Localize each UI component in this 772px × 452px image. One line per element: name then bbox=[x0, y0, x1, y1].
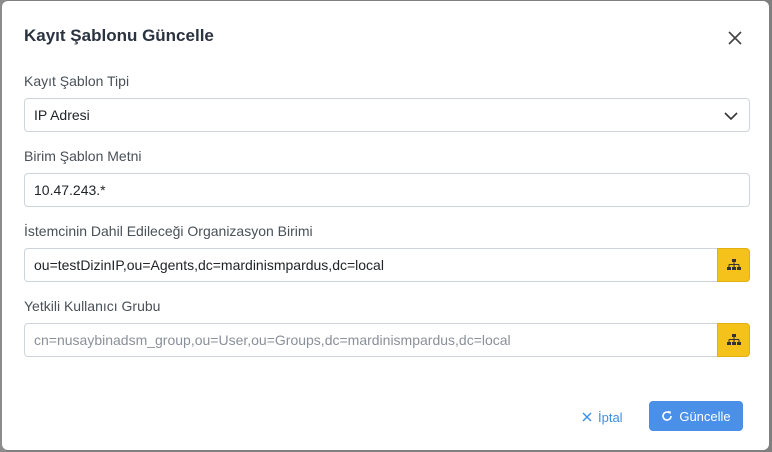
auth-group-tree-button[interactable] bbox=[717, 323, 750, 357]
auth-group-value: cn=nusaybinadsm_group,ou=User,ou=Groups,… bbox=[34, 332, 511, 348]
template-type-select[interactable]: IP Adresi bbox=[24, 98, 750, 132]
close-button[interactable] bbox=[724, 27, 746, 49]
org-unit-label: İstemcinin Dahil Edileceği Organizasyon … bbox=[24, 223, 313, 239]
sitemap-icon bbox=[726, 259, 741, 270]
cancel-button[interactable]: İptal bbox=[582, 403, 623, 431]
cancel-label: İptal bbox=[598, 409, 623, 425]
org-unit-tree-button[interactable] bbox=[717, 248, 750, 282]
x-icon bbox=[582, 412, 592, 422]
org-unit-value: ou=testDizinIP,ou=Agents,dc=mardinismpar… bbox=[34, 257, 384, 273]
refresh-icon bbox=[662, 411, 673, 421]
chevron-down-icon bbox=[724, 112, 738, 121]
auth-group-label: Yetkili Kullanıcı Grubu bbox=[24, 298, 161, 314]
unit-template-value: 10.47.243.* bbox=[34, 182, 106, 198]
org-unit-input[interactable]: ou=testDizinIP,ou=Agents,dc=mardinismpar… bbox=[24, 248, 718, 282]
template-type-value: IP Adresi bbox=[34, 107, 90, 123]
template-type-label: Kayıt Şablon Tipi bbox=[24, 73, 130, 89]
unit-template-input[interactable]: 10.47.243.* bbox=[24, 173, 750, 207]
close-icon bbox=[728, 31, 742, 45]
update-button[interactable]: Güncelle bbox=[649, 401, 743, 431]
auth-group-input[interactable]: cn=nusaybinadsm_group,ou=User,ou=Groups,… bbox=[24, 323, 718, 357]
sitemap-icon bbox=[726, 334, 741, 345]
update-label: Güncelle bbox=[679, 408, 731, 424]
update-template-dialog: Kayıt Şablonu Güncelle Kayıt Şablon Tipi… bbox=[2, 1, 769, 450]
unit-template-label: Birim Şablon Metni bbox=[24, 148, 142, 164]
dialog-title: Kayıt Şablonu Güncelle bbox=[24, 26, 214, 45]
